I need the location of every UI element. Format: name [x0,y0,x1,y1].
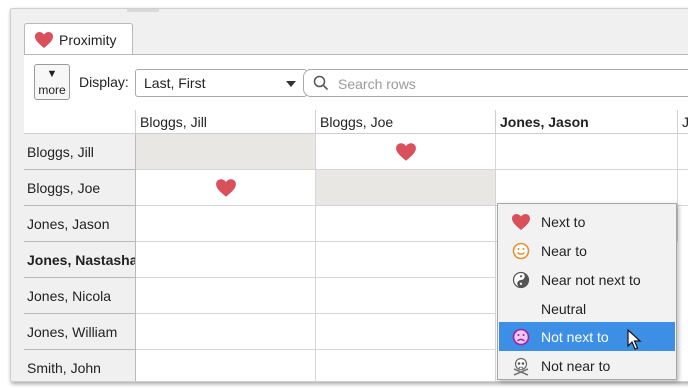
smiley-icon [511,241,531,261]
proximity-context-menu: Next to Near to Near not next to Neutral… [497,203,677,380]
grid-cell[interactable] [136,350,316,381]
menu-item-near-to[interactable]: Near to [499,236,675,265]
grid-cell[interactable] [678,134,688,170]
heart-icon [511,212,531,232]
menu-item-near-not-next-to[interactable]: Near not next to [499,265,675,294]
mouse-cursor-icon [627,328,643,354]
menu-item-not-next-to[interactable]: Not next to [499,322,675,351]
grid-cell[interactable] [316,314,496,350]
menu-item-label: Not near to [541,357,611,374]
display-select[interactable]: Last, First [135,69,307,97]
row-header[interactable]: Jones, Jason [24,206,136,242]
grid-cell[interactable] [496,134,678,170]
corner-header [24,110,136,134]
triangle-down-icon: ▼ [46,68,58,80]
grid-cell[interactable] [316,170,496,206]
row-header[interactable]: Smith, John [24,350,136,381]
menu-item-label: Neutral [541,300,587,317]
chevron-down-icon [286,81,296,87]
grid-cell[interactable] [136,134,316,170]
grid-cell[interactable] [136,278,316,314]
menu-item-next-to[interactable]: Next to [499,207,675,236]
tab-label: Proximity [59,31,117,48]
row-header[interactable]: Bloggs, Joe [24,170,136,206]
column-header[interactable]: Bloggs, Jill [136,110,316,134]
grid-cell[interactable] [136,314,316,350]
menu-item-neutral[interactable]: Neutral [499,294,675,323]
toolbar: ▼ more Display: Last, First [24,54,688,111]
display-label: Display: [79,74,129,90]
column-header[interactable]: Jo [678,110,688,134]
row-header[interactable]: Jones, William [24,314,136,350]
display-value: Last, First [144,75,206,91]
column-header[interactable]: Bloggs, Joe [316,110,496,134]
menu-item-label: Not next to [541,328,609,345]
menu-item-label: Near not next to [541,271,641,288]
grid-cell[interactable] [496,170,678,206]
row-header[interactable]: Jones, Nicola [24,278,136,314]
search-input[interactable] [336,73,680,95]
grid-cell[interactable] [316,134,496,170]
yin-yang-icon [511,270,531,290]
search-icon [313,75,329,94]
frown-icon [511,327,531,347]
menu-item-label: Near to [541,242,587,259]
grid-cell[interactable] [316,242,496,278]
grid-cell[interactable] [316,278,496,314]
grid-cell[interactable] [136,242,316,278]
grid-cell[interactable] [136,170,316,206]
more-button[interactable]: ▼ more [34,64,70,100]
heart-icon [34,30,56,50]
heart-icon [395,142,416,161]
row-header[interactable]: Jones, Nastasha [24,242,136,278]
blank-icon-slot [511,299,531,319]
tab-proximity[interactable]: Proximity [24,23,133,55]
frame-stub [127,9,159,12]
more-label: more [38,83,66,97]
skull-crossbones-icon [511,356,531,376]
grid-cell[interactable] [678,170,688,206]
search-box[interactable] [303,69,688,97]
menu-item-label: Next to [541,213,586,230]
grid-cell[interactable] [316,350,496,381]
grid-cell[interactable] [316,206,496,242]
row-header[interactable]: Bloggs, Jill [24,134,136,170]
menu-item-not-near-to[interactable]: Not near to [499,351,675,380]
heart-icon [215,178,236,197]
column-header[interactable]: Jones, Jason [496,110,678,134]
grid-cell[interactable] [136,206,316,242]
